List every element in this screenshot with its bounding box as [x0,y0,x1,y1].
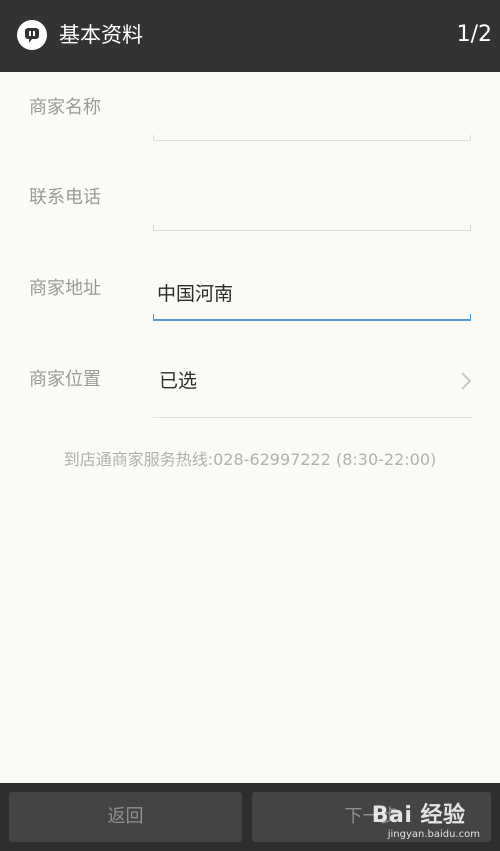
contact-phone-underline [153,225,471,231]
watermark-url: jingyan.baidu.com [387,829,480,840]
page-title: 基本资料 [59,23,143,47]
merchant-name-label: 商家名称 [29,97,101,118]
chevron-right-icon [461,372,472,390]
contact-phone-input[interactable] [153,180,475,216]
merchant-location-row[interactable]: 商家位置 已选 [0,345,500,420]
location-divider [153,417,473,418]
merchant-address-underline [153,314,471,321]
bottom-bar: 返回 下一步 Bai 经验 jingyan.baidu.com [0,783,500,851]
back-button[interactable]: 返回 [9,792,242,842]
merchant-name-input[interactable] [153,90,475,126]
service-hotline: 到店通商家服务热线:028-62997222 (8:30-22:00) [63,450,437,469]
merchant-address-input[interactable] [153,274,475,310]
contact-phone-row: 联系电话 [0,162,500,252]
action-bar: 基本资料 1/2 [0,0,500,72]
merchant-name-underline [153,135,471,141]
screen: 基本资料 1/2 商家名称 联系电话 商家地址 商家位置 已选 到店通商家服务 [0,0,500,851]
watermark-brand: Bai 经验 [371,803,466,828]
page-indicator: 1/2 [456,22,492,47]
contact-phone-label: 联系电话 [29,187,101,208]
merchant-address-label: 商家地址 [29,278,101,299]
merchant-address-row: 商家地址 [0,252,500,342]
chat-bubble-icon[interactable] [17,20,47,50]
merchant-location-label: 商家位置 [29,369,101,390]
merchant-location-value: 已选 [159,370,198,392]
baidu-watermark: Bai 经验 jingyan.baidu.com [372,803,480,841]
merchant-name-row: 商家名称 [0,72,500,162]
